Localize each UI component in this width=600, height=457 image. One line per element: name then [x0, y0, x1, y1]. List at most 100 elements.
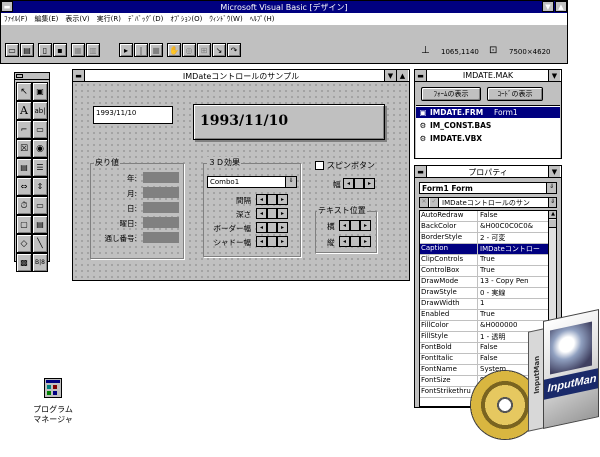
increment-icon[interactable]: ▸ — [360, 220, 371, 231]
scroll-thumb[interactable] — [549, 220, 556, 228]
increment-icon[interactable]: ▸ — [277, 208, 288, 219]
hscroll-tool-icon[interactable]: ⇔ — [16, 177, 32, 196]
maximize-icon[interactable]: ▲ — [555, 1, 567, 12]
menu-file[interactable]: ﾌｧｲﾙ(F) — [4, 14, 28, 24]
property-row[interactable]: DrawMode 13 - Copy Pen — [420, 277, 548, 288]
width-spin[interactable]: ◂ ▸ — [343, 178, 375, 189]
watch-button[interactable]: ◎ — [182, 43, 196, 57]
menu-debug[interactable]: ﾃﾞﾊﾞｯｸﾞ(D) — [128, 14, 163, 24]
decrement-icon[interactable]: ◂ — [256, 194, 267, 205]
toolbox-title-bar[interactable] — [15, 73, 49, 80]
checkbox-tool-icon[interactable]: ☒ — [16, 139, 32, 158]
list-item[interactable]: ⚙ IMDATE.VBX — [416, 133, 560, 144]
dir-list-tool-icon[interactable]: ▢ — [16, 215, 32, 234]
label-tool-icon[interactable]: A — [16, 101, 32, 120]
command-button-tool-icon[interactable]: ▭ — [32, 120, 48, 139]
property-row[interactable]: Enabled True — [420, 310, 548, 321]
calls-button[interactable]: ⊞ — [197, 43, 211, 57]
project-minimize-icon[interactable]: ▼ — [548, 70, 560, 81]
large-date-control[interactable]: 1993/11/10 — [193, 104, 385, 140]
timer-tool-icon[interactable]: ⏱ — [16, 196, 32, 215]
property-row[interactable]: BorderStyle 2 - 可変 — [420, 233, 548, 244]
accept-edit-icon[interactable]: ✓ — [430, 198, 439, 207]
depth-spin[interactable]: ◂ ▸ — [256, 208, 288, 219]
property-row[interactable]: Caption IMDateコントロー — [420, 244, 548, 255]
increment-icon[interactable]: ▸ — [277, 222, 288, 233]
object-selector[interactable]: Form1 Form ⇓ — [419, 182, 557, 194]
shadow-width-spin[interactable]: ◂ ▸ — [256, 236, 288, 247]
vertical-spin[interactable]: ◂ ▸ — [339, 236, 371, 247]
property-value-input[interactable]: IMDateコントロールのサン — [442, 198, 546, 208]
spin-button-checkbox[interactable] — [315, 161, 324, 170]
view-form-button[interactable]: ﾌｫｰﾑの表示 — [421, 87, 481, 101]
property-row[interactable]: ClipControls True — [420, 255, 548, 266]
stop-button[interactable]: ■ — [149, 43, 163, 57]
property-row[interactable]: ControlBox True — [420, 266, 548, 277]
form-title-bar[interactable]: ▬ IMDateコントロールのサンプル ▼ ▲ — [73, 70, 409, 82]
list-item[interactable]: ⚙ IM_CONST.BAS — [416, 120, 560, 131]
pause-button[interactable]: ‖ — [134, 43, 148, 57]
scroll-up-icon[interactable]: ▲ — [549, 211, 556, 219]
property-row[interactable]: BackColor &H00C0C0C0& — [420, 222, 548, 233]
combo-dropdown-icon[interactable]: ⇓ — [285, 177, 296, 187]
small-date-textbox[interactable]: 1993/11/10 — [93, 106, 173, 124]
breakpoint-button[interactable]: ✋ — [167, 43, 181, 57]
decrement-icon[interactable]: ◂ — [339, 220, 350, 231]
property-row[interactable]: DrawWidth 1 — [420, 299, 548, 310]
option-button-tool-icon[interactable]: ◉ — [32, 139, 48, 158]
increment-icon[interactable]: ▸ — [277, 194, 288, 205]
menu-view[interactable]: 表示(V) — [65, 14, 89, 24]
view-code-button[interactable]: ｺｰﾄﾞの表示 — [487, 87, 543, 101]
listbox-tool-icon[interactable]: ☰ — [32, 158, 48, 177]
new-form-button[interactable]: ▭ — [5, 43, 19, 57]
file-list-tool-icon[interactable]: ▤ — [32, 215, 48, 234]
increment-icon[interactable]: ▸ — [364, 178, 375, 189]
save-project-button[interactable]: ▪ — [53, 43, 67, 57]
decrement-icon[interactable]: ◂ — [256, 236, 267, 247]
vscroll-tool-icon[interactable]: ⇕ — [32, 177, 48, 196]
drive-list-tool-icon[interactable]: ▭ — [32, 196, 48, 215]
menu-run[interactable]: 実行(R) — [97, 14, 121, 24]
vb-title-bar[interactable]: ▬ Microsoft Visual Basic [デザイン] ▼ ▲ — [1, 1, 567, 13]
property-row[interactable]: DrawStyle 0 - 実線 — [420, 288, 548, 299]
toolbox-menu-icon[interactable] — [16, 74, 23, 78]
menu-design-button[interactable]: ▦ — [71, 43, 85, 57]
menu-window[interactable]: ｳｨﾝﾄﾞｳ(W) — [209, 14, 242, 24]
menu-help[interactable]: ﾍﾙﾌﾟ(H) — [250, 14, 275, 24]
properties-title-bar[interactable]: ▬ プロパティ ▼ — [415, 166, 561, 178]
open-project-button[interactable]: ▯ — [38, 43, 52, 57]
new-module-button[interactable]: ▤ — [20, 43, 34, 57]
decrement-icon[interactable]: ◂ — [343, 178, 354, 189]
decrement-icon[interactable]: ◂ — [256, 222, 267, 233]
properties-button[interactable]: ▥ — [86, 43, 100, 57]
object-dropdown-icon[interactable]: ⇓ — [546, 183, 556, 193]
pointer-tool-icon[interactable]: ↖ — [16, 82, 32, 101]
line-tool-icon[interactable]: ╲ — [32, 234, 48, 253]
interval-spin[interactable]: ◂ ▸ — [256, 194, 288, 205]
property-row[interactable]: AutoRedraw False — [420, 211, 548, 222]
increment-icon[interactable]: ▸ — [277, 236, 288, 247]
imdate-tool-icon[interactable]: B|8 — [32, 253, 48, 272]
shape-tool-icon[interactable]: ◇ — [16, 234, 32, 253]
project-title-bar[interactable]: ▬ IMDATE.MAK ▼ — [415, 70, 561, 82]
border-width-spin[interactable]: ◂ ▸ — [256, 222, 288, 233]
minimize-icon[interactable]: ▼ — [542, 1, 554, 12]
decrement-icon[interactable]: ◂ — [339, 236, 350, 247]
horizontal-spin[interactable]: ◂ ▸ — [339, 220, 371, 231]
run-button[interactable]: ▸ — [119, 43, 133, 57]
frame-tool-icon[interactable]: ⌐ — [16, 120, 32, 139]
picture-tool-icon[interactable]: ▣ — [32, 82, 48, 101]
increment-icon[interactable]: ▸ — [360, 236, 371, 247]
value-dropdown-icon[interactable]: ⇓ — [548, 198, 556, 207]
textbox-tool-icon[interactable]: ab| — [32, 101, 48, 120]
step-over-button[interactable]: ↷ — [227, 43, 241, 57]
image-tool-icon[interactable]: ▩ — [16, 253, 32, 272]
menu-edit[interactable]: 編集(E) — [35, 14, 59, 24]
form-minimize-icon[interactable]: ▼ — [384, 70, 396, 81]
cancel-edit-icon[interactable]: ✕ — [420, 198, 429, 207]
combobox-tool-icon[interactable]: ▤ — [16, 158, 32, 177]
effect-combo[interactable]: Combo1 ⇓ — [207, 176, 297, 188]
program-manager-icon[interactable] — [40, 378, 66, 402]
properties-minimize-icon[interactable]: ▼ — [548, 166, 560, 177]
list-item[interactable]: ▣ IMDATE.FRM Form1 — [416, 107, 560, 118]
